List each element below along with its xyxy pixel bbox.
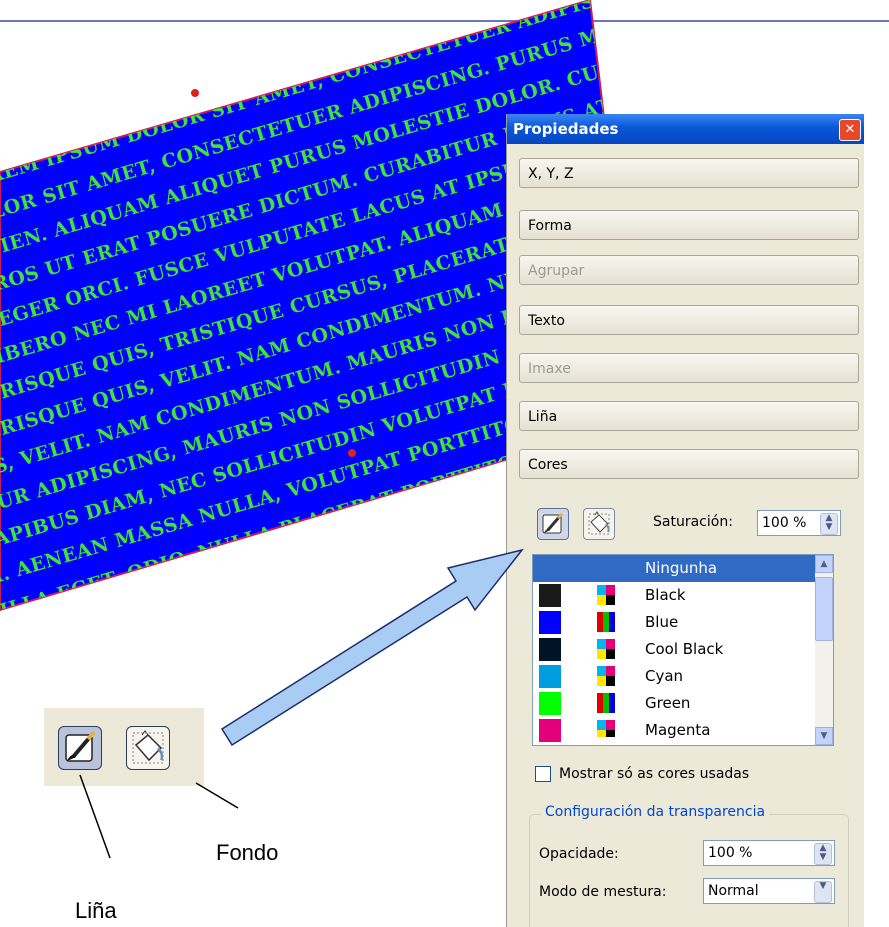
lina-pointer-line (79, 774, 111, 859)
lina-annotation: Liña (75, 898, 117, 923)
callout-arrow (220, 548, 524, 747)
annotation-layer (79, 548, 524, 859)
fondo-annotation: Fondo (216, 840, 279, 865)
fondo-pointer-line (195, 782, 239, 809)
